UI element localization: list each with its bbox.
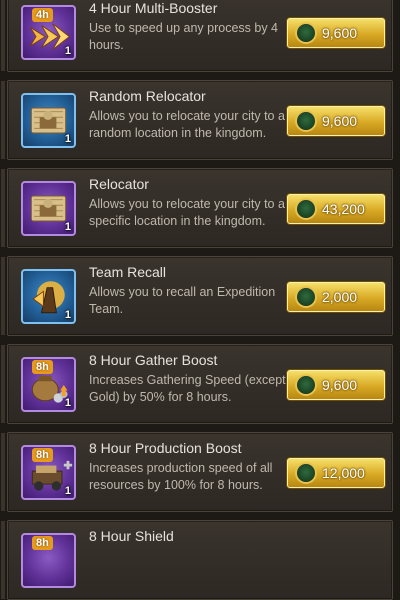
random-relocator-icon[interactable]: 1: [21, 93, 76, 148]
price-value: 2,000: [322, 289, 358, 305]
item-title: 8 Hour Shield: [89, 528, 174, 544]
item-title: Team Recall: [89, 264, 167, 280]
shop-item: 4h 1 4 Hour Multi-Booster Use to speed u…: [1, 0, 393, 72]
buy-button[interactable]: 12,000: [287, 458, 385, 488]
gold-coin-icon: [295, 198, 317, 220]
production-boost-icon[interactable]: 8h 1: [21, 445, 76, 500]
gold-coin-icon: [295, 462, 317, 484]
shop-item: 1 Random Relocator Allows you to relocat…: [1, 80, 393, 160]
item-description: Use to speed up any process by 4 hours.: [89, 21, 279, 52]
item-quantity: 1: [64, 45, 71, 57]
item-quantity: 1: [64, 485, 71, 497]
shop-item: 8h 1 8 Hour Gather Boost Increases Gathe…: [1, 344, 393, 424]
item-description: Increases Gathering Speed (except Gold) …: [89, 373, 286, 404]
item-quantity: 1: [64, 133, 71, 145]
item-title: 8 Hour Gather Boost: [89, 352, 218, 368]
shop-item: 1 Relocator Allows you to relocate your …: [1, 168, 393, 248]
item-title: 4 Hour Multi-Booster: [89, 0, 218, 16]
item-title: Relocator: [89, 176, 149, 192]
item-quantity: 1: [64, 397, 71, 409]
gold-coin-icon: [295, 22, 317, 44]
item-title: 8 Hour Production Boost: [89, 440, 242, 456]
shop-item: 8h 8 Hour Shield: [1, 520, 393, 600]
item-description: Allows you to relocate your city to a sp…: [89, 197, 285, 228]
buy-button[interactable]: 9,600: [287, 106, 385, 136]
price-value: 9,600: [322, 25, 358, 41]
price-value: 9,600: [322, 377, 358, 393]
duration-tag: 8h: [32, 360, 53, 374]
item-title: Random Relocator: [89, 88, 206, 104]
item-quantity: 1: [64, 309, 71, 321]
item-description: Increases production speed of all resour…: [89, 461, 273, 492]
gold-coin-icon: [295, 286, 317, 308]
shop-item: 8h 1 8 Hour Production Boost Increases p…: [1, 432, 393, 512]
duration-tag: 8h: [32, 536, 53, 550]
item-quantity: 1: [64, 221, 71, 233]
gold-coin-icon: [295, 110, 317, 132]
buy-button[interactable]: 9,600: [287, 18, 385, 48]
shield-icon[interactable]: 8h: [21, 533, 76, 588]
duration-tag: 4h: [32, 8, 53, 22]
buy-button[interactable]: 2,000: [287, 282, 385, 312]
price-value: 43,200: [322, 201, 365, 217]
shop-item: 1 Team Recall Allows you to recall an Ex…: [1, 256, 393, 336]
gold-coin-icon: [295, 374, 317, 396]
gather-boost-icon[interactable]: 8h 1: [21, 357, 76, 412]
team-recall-icon[interactable]: 1: [21, 269, 76, 324]
price-value: 12,000: [322, 465, 365, 481]
buy-button[interactable]: 9,600: [287, 370, 385, 400]
buy-button[interactable]: 43,200: [287, 194, 385, 224]
relocator-icon[interactable]: 1: [21, 181, 76, 236]
price-value: 9,600: [322, 113, 358, 129]
speed-arrows-icon[interactable]: 4h 1: [21, 5, 76, 60]
item-description: Allows you to recall an Expedition Team.: [89, 285, 276, 316]
item-description: Allows you to relocate your city to a ra…: [89, 109, 285, 140]
duration-tag: 8h: [32, 448, 53, 462]
